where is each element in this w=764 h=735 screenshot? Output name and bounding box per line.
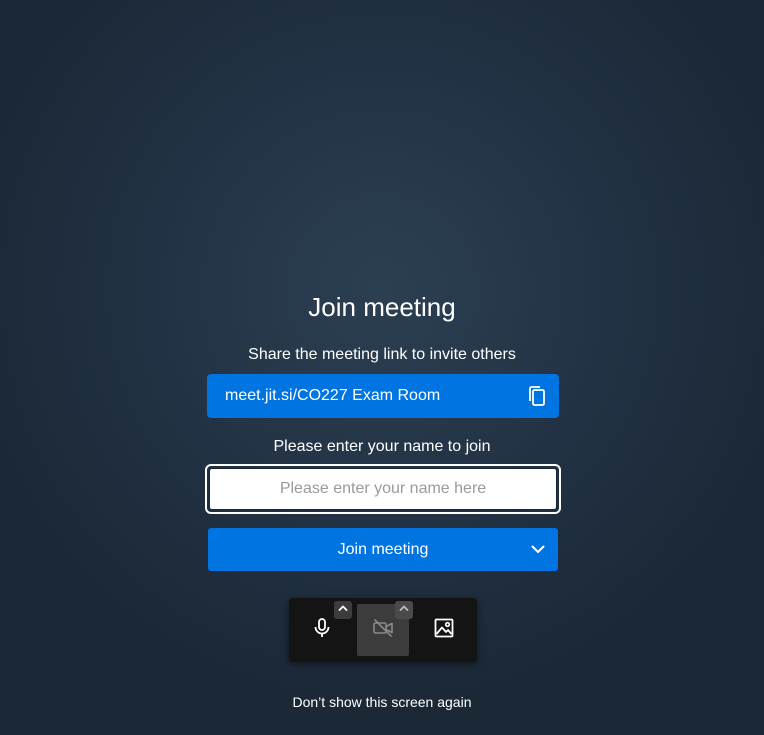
chevron-up-icon	[337, 601, 349, 619]
preview-toolbar	[289, 598, 477, 662]
chevron-down-icon[interactable]	[530, 541, 546, 557]
image-icon	[432, 616, 456, 645]
virtual-background-button[interactable]	[418, 604, 470, 656]
microphone-icon	[310, 616, 334, 645]
camera-off-icon	[371, 616, 395, 645]
microphone-options-button[interactable]	[334, 601, 352, 619]
name-input[interactable]	[209, 468, 557, 510]
meeting-link-box[interactable]: meet.jit.si/CO227 Exam Room	[207, 374, 559, 418]
copy-icon[interactable]	[525, 384, 549, 408]
name-label: Please enter your name to join	[273, 438, 491, 455]
page-title: Join meeting	[308, 292, 456, 322]
share-link-label: Share the meeting link to invite others	[248, 346, 516, 363]
join-meeting-label: Join meeting	[337, 541, 429, 558]
name-input-focus-ring	[205, 464, 561, 514]
join-meeting-button[interactable]: Join meeting	[208, 528, 558, 571]
meeting-link-text: meet.jit.si/CO227 Exam Room	[225, 387, 441, 404]
chevron-up-icon	[398, 601, 410, 619]
camera-options-button[interactable]	[395, 601, 413, 619]
dont-show-again-link[interactable]: Don’t show this screen again	[0, 694, 764, 711]
